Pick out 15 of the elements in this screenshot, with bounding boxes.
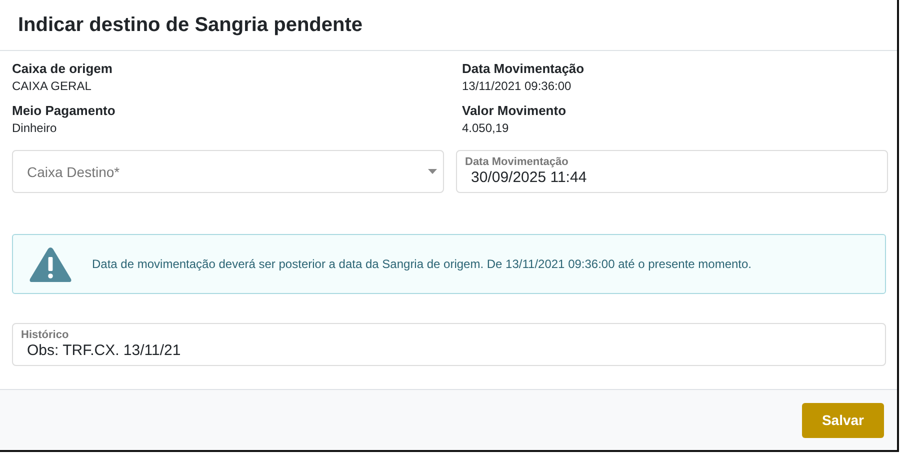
detail-label: Valor Movimento — [462, 103, 568, 118]
caret-icon — [428, 169, 437, 174]
detail-value: 4.050,19 — [462, 121, 510, 135]
history-field[interactable]: Histórico Obs: TRF.CX. 13/11/21 — [12, 323, 886, 366]
detail-label: Data Movimentação — [462, 61, 586, 76]
date-field[interactable]: Data Movimentação 30/09/2025 11:44 — [456, 150, 888, 193]
alert-text: Data de movimentação deverá ser posterior a data da Sangria de origem. De 13/11/2021 09:36:00 até o presente momento. — [92, 257, 752, 271]
destination-select[interactable]: Caixa Destino* — [12, 150, 444, 193]
warning-icon — [29, 246, 72, 282]
detail-value: 13/11/2021 09:36:00 — [462, 79, 572, 93]
detail-label: Meio Pagamento — [12, 103, 116, 118]
detail-label: Caixa de origem — [12, 61, 114, 76]
detail-value: CAIXA GERAL — [12, 79, 92, 93]
window-title: Indicar destino de Sangria pendente — [18, 14, 363, 36]
detail-value: Dinheiro — [12, 121, 58, 135]
